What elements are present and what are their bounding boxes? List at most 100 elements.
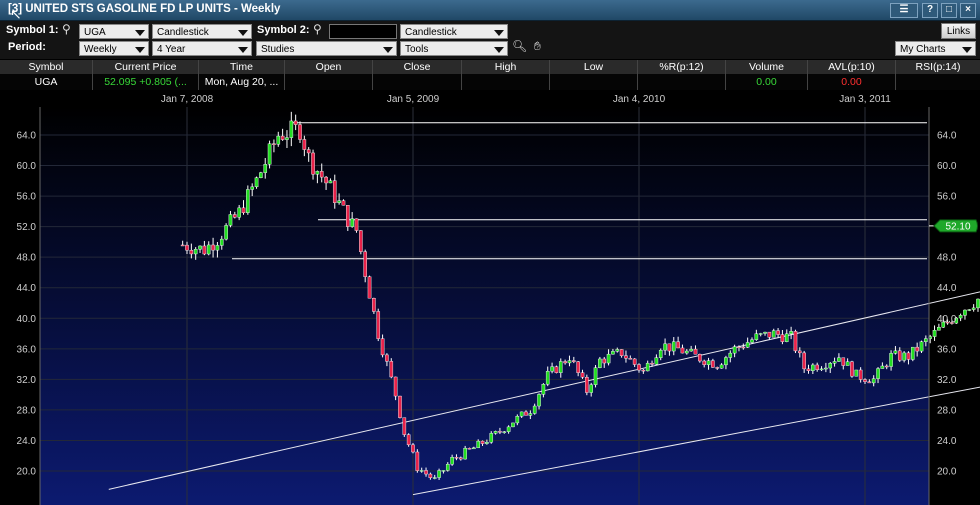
- candle-up: [845, 361, 850, 366]
- candle-up: [315, 171, 320, 175]
- y-tick-label-right: 28.0: [937, 405, 957, 416]
- candle-down: [324, 176, 328, 184]
- zoom-icon[interactable]: 🔍︎: [512, 39, 527, 53]
- candle-up: [606, 353, 611, 364]
- candle-up: [958, 315, 963, 319]
- candle-up: [819, 368, 824, 371]
- chevron-down-icon: [238, 47, 248, 53]
- candle-down: [359, 230, 363, 252]
- chart-type2-select[interactable]: Candlestick: [400, 24, 508, 39]
- candle-down: [693, 348, 698, 355]
- candle-up: [250, 186, 254, 190]
- candle-up: [598, 358, 602, 368]
- candle-up: [558, 361, 563, 373]
- candle-down: [302, 139, 307, 150]
- candle-up: [193, 249, 198, 255]
- candle-up: [732, 346, 737, 354]
- candle-up: [511, 422, 515, 428]
- y-tick-label-left: 64.0: [17, 131, 37, 142]
- x-tick-label: Jan 5, 2009: [387, 94, 440, 105]
- candle-down: [863, 379, 867, 382]
- header-percent-r: %R(p:12): [638, 60, 726, 74]
- candle-up: [706, 360, 711, 365]
- menu-icon[interactable]: ☰: [890, 3, 918, 18]
- range-select[interactable]: 4 Year: [152, 41, 252, 56]
- header-time: Time: [199, 60, 285, 74]
- candle-down: [415, 451, 420, 471]
- candle-up: [237, 207, 241, 218]
- candle-down: [189, 250, 194, 255]
- chevron-down-icon: [135, 30, 145, 36]
- y-tick-label-left: 48.0: [17, 253, 37, 264]
- candle-down: [272, 143, 276, 145]
- candle-up: [728, 352, 733, 358]
- candle-down: [884, 365, 889, 368]
- header-rsi: RSI(p:14): [915, 61, 961, 73]
- candle-down: [480, 440, 485, 444]
- y-tick-label-left: 20.0: [17, 467, 37, 478]
- symbol1-input[interactable]: UGA: [79, 24, 149, 39]
- candle-down: [298, 124, 302, 140]
- candle-up: [485, 442, 489, 444]
- header-open: Open: [285, 60, 373, 74]
- help-button[interactable]: ?: [922, 3, 938, 18]
- candle-up: [254, 177, 259, 188]
- candle-down: [585, 377, 589, 393]
- tools-select[interactable]: Tools: [400, 41, 508, 56]
- y-tick-label-left: 24.0: [17, 436, 37, 447]
- candle-up: [871, 378, 876, 384]
- candle-down: [241, 207, 246, 213]
- y-tick-label-right: 36.0: [937, 344, 957, 355]
- y-tick-label-left: 28.0: [17, 405, 37, 416]
- candle-up: [689, 348, 693, 352]
- candle-down: [406, 434, 411, 446]
- candle-down: [424, 470, 428, 475]
- candle-down: [293, 120, 298, 125]
- quote-open: [285, 74, 373, 90]
- candle-up: [550, 366, 554, 372]
- chevron-down-icon: [135, 47, 145, 53]
- close-button[interactable]: ×: [960, 3, 976, 18]
- quote-row[interactable]: UGA 52.095 +0.805 (... Mon, Aug 20, ... …: [0, 74, 980, 90]
- candle-up: [350, 218, 354, 227]
- links-button[interactable]: Links: [941, 23, 976, 39]
- candle-down: [428, 473, 433, 478]
- candle-up: [745, 342, 750, 348]
- chart-type1-select[interactable]: Candlestick: [152, 24, 252, 39]
- candle-down: [498, 431, 502, 433]
- candle-up: [902, 352, 906, 361]
- candle-up: [285, 137, 289, 140]
- maximize-button[interactable]: □: [941, 3, 957, 18]
- my-charts-select[interactable]: My Charts: [895, 41, 976, 56]
- candle-down: [776, 330, 780, 335]
- candle-up: [489, 433, 494, 443]
- candle-up: [419, 470, 424, 472]
- period-select[interactable]: Weekly: [79, 41, 149, 56]
- candle-up: [754, 333, 759, 340]
- symbol1-search-icon[interactable]: ⚲: [62, 22, 71, 36]
- candle-up: [567, 360, 572, 364]
- y-tick-label-left: 32.0: [17, 375, 37, 386]
- candle-up: [437, 470, 441, 478]
- candle-up: [771, 330, 776, 338]
- drag-hand-icon[interactable]: ✋︎: [534, 39, 541, 54]
- candle-up: [198, 245, 202, 250]
- candle-down: [467, 447, 472, 450]
- candle-down: [793, 331, 798, 352]
- price-chart[interactable]: Jan 7, 2008 Jan 5, 2009 Jan 4, 2010 Jan 3, …: [0, 90, 980, 505]
- candle-down: [180, 244, 185, 247]
- symbol2-input[interactable]: [329, 24, 397, 39]
- studies-select[interactable]: Studies: [256, 41, 397, 56]
- candle-down: [702, 360, 706, 365]
- candle-down: [676, 341, 680, 349]
- candle-down: [624, 355, 628, 359]
- candle-up: [763, 331, 767, 334]
- candle-up: [932, 330, 937, 337]
- title-bar[interactable]: [3] UNITED STS GASOLINE FD LP UNITS - We…: [0, 0, 980, 22]
- candle-down: [850, 361, 854, 377]
- candle-down: [341, 200, 346, 206]
- candle-up: [472, 447, 476, 450]
- symbol2-search-icon[interactable]: ⚲: [313, 22, 322, 36]
- candle-up: [654, 357, 659, 365]
- quote-high: [462, 74, 550, 90]
